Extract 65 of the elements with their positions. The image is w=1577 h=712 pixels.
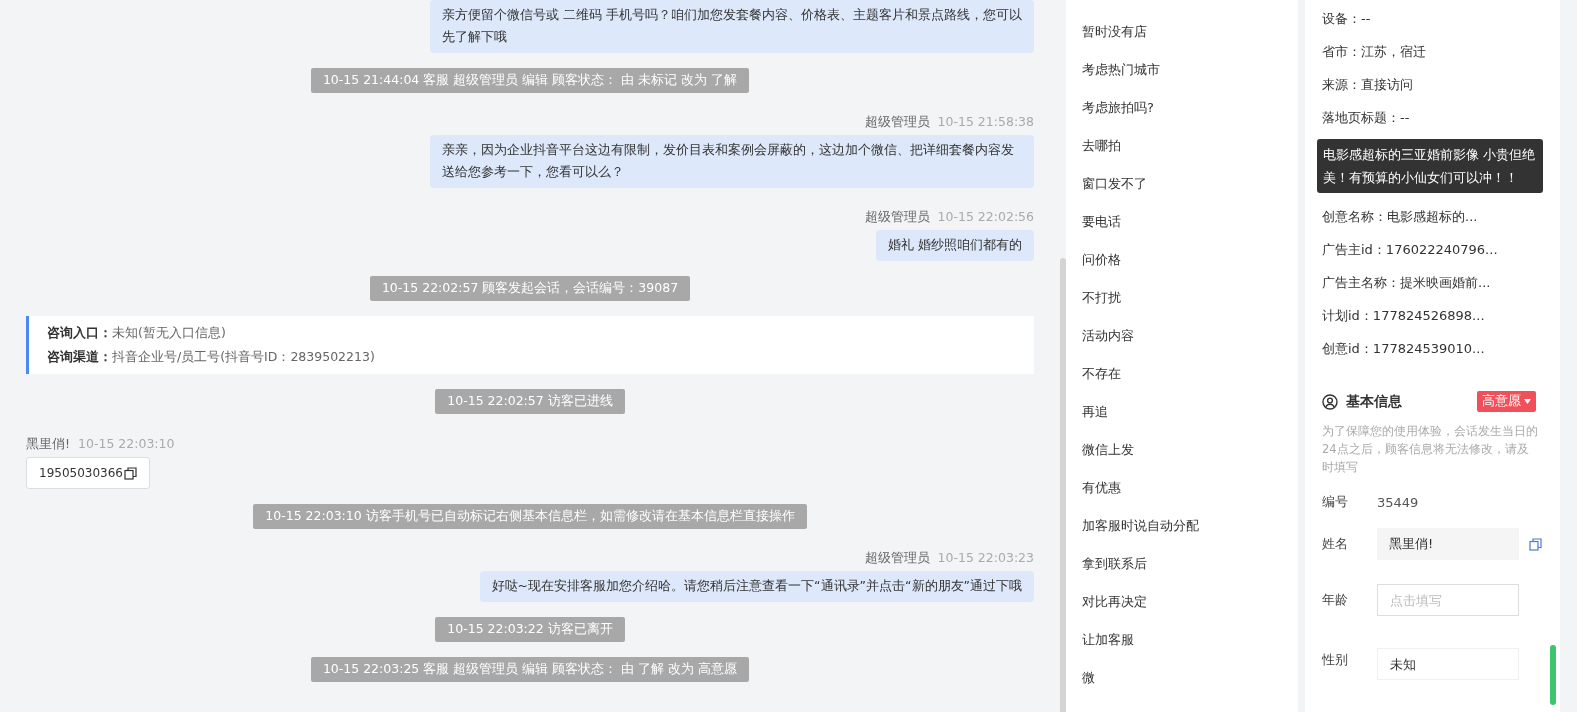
visitor-info-line: 广告主id：176022240796... [1322, 241, 1499, 259]
sender-name: 超级管理员 [864, 209, 930, 226]
quick-reply-item[interactable]: 要电话 [1066, 210, 1298, 248]
field-label: 姓名 [1322, 535, 1349, 553]
visitor-info-line: 落地页标题：-- [1322, 109, 1411, 127]
source-info-line: 咨询入口：未知(暂无入口信息) [47, 324, 227, 342]
message-bubble: 婚礼 婚纱照咱们都有的 [876, 230, 1034, 261]
field-value: 35449 [1377, 494, 1419, 510]
quick-reply-item[interactable]: 加客服时说自动分配 [1066, 514, 1298, 552]
message-bubble: 好哒~现在安排客服加您介绍哈。请您稍后注意查看一下“通讯录”并点击“新的朋友”通过下哦 [479, 571, 1034, 602]
message-time: 10-15 22:02:56 [937, 209, 1034, 226]
quick-reply-item[interactable]: 拿到联系后 [1066, 552, 1298, 590]
phone-number: 19505030366 [39, 466, 123, 480]
system-notice: 10-15 21:44:04 客服 超级管理员 编辑 顾客状态： 由 未标记 改为 了解 [310, 68, 750, 93]
quick-reply-item[interactable]: 窗口发不了 [1066, 172, 1298, 210]
visitor-info-line: 设备：-- [1322, 10, 1372, 28]
intent-tag-dropdown[interactable]: 高意愿 [1477, 391, 1536, 412]
visitor-info-line: 省市：江苏，宿迁 [1322, 43, 1427, 61]
visitor-info-line: 来源：直接访问 [1322, 76, 1414, 94]
quick-reply-item[interactable]: 让加客服 [1066, 628, 1298, 666]
quick-reply-item[interactable]: 不存在 [1066, 362, 1298, 400]
source-info-line: 咨询渠道：抖音企业号/员工号(抖音号ID：2839502213) [47, 348, 376, 366]
quick-reply-item[interactable]: 考虑旅拍吗? [1066, 96, 1298, 134]
field-label: 编号 [1322, 493, 1349, 511]
quick-reply-item[interactable]: 对比再决定 [1066, 590, 1298, 628]
quick-reply-item[interactable]: 去哪拍 [1066, 134, 1298, 172]
input-field[interactable]: 点击填写 [1377, 584, 1519, 616]
sender-name: 超级管理员 [864, 550, 930, 567]
quick-reply-item[interactable]: 有优惠 [1066, 476, 1298, 514]
message-time: 10-15 21:58:38 [937, 114, 1034, 131]
field-label: 性别 [1322, 651, 1349, 669]
message-bubble: 亲方便留个微信号或 二维码 手机号吗？咱们加您发套餐内容、价格表、主题客片和景点路线，您可以先了解下哦 [430, 0, 1034, 53]
message-bubble: 亲亲，因为企业抖音平台这边有限制，发价目表和案例会屏蔽的，这边加个微信、把详细套餐内容发送给您参考一下，您看可以么？ [430, 135, 1034, 188]
section-title: 基本信息 [1346, 392, 1402, 411]
visitor-info-line: 创意id：177824539010... [1322, 340, 1486, 358]
quick-reply-item[interactable]: 再追 [1066, 400, 1298, 438]
copy-icon[interactable] [124, 466, 137, 480]
message-time: 10-15 22:03:23 [937, 550, 1034, 567]
visitor-info-line: 广告主名称：提米映画婚前... [1322, 274, 1492, 292]
quick-reply-item[interactable]: 考虑热门城市 [1066, 58, 1298, 96]
scrollbar[interactable] [1060, 258, 1066, 712]
system-notice: 10-15 22:03:25 客服 超级管理员 编辑 顾客状态： 由 了解 改为 高意愿 [310, 657, 750, 682]
tooltip: 电影感超标的三亚婚前影像 小贵但绝美！有预算的小仙女们可以冲！！ [1317, 139, 1543, 193]
visitor-info-line: 创意名称：电影感超标的... [1322, 208, 1479, 226]
quick-reply-item[interactable]: 活动内容 [1066, 324, 1298, 362]
visitor-info-line: 计划id：177824526898... [1322, 307, 1486, 325]
message-time: 10-15 22:03:10 [78, 436, 175, 453]
system-notice: 10-15 22:02:57 访客已进线 [435, 389, 625, 414]
select-field[interactable]: 未知 [1377, 648, 1519, 680]
name-field[interactable]: 黑里俏! [1377, 528, 1519, 560]
quick-reply-item[interactable]: 微 [1066, 666, 1298, 704]
quick-reply-item[interactable]: 不打扰 [1066, 286, 1298, 324]
user-icon [1322, 393, 1338, 410]
sender-name: 黑里俏! [26, 436, 70, 453]
sender-name: 超级管理员 [864, 114, 930, 131]
quick-reply-item[interactable]: 微信上发 [1066, 438, 1298, 476]
system-notice: 10-15 22:03:22 访客已离开 [435, 617, 625, 642]
caret-icon [1524, 399, 1531, 404]
quick-reply-item[interactable]: 问价格 [1066, 248, 1298, 286]
system-notice: 10-15 22:02:57 顾客发起会话，会话编号：39087 [369, 276, 691, 301]
quick-reply-item[interactable]: 暂时没有店 [1066, 20, 1298, 58]
system-notice: 10-15 22:03:10 访客手机号已自动标记右侧基本信息栏，如需修改请在基本信息栏直接操作 [253, 504, 807, 529]
notice-text: 为了保障您的使用体验，会话发生当日的24点之后，顾客信息将无法修改，请及时填写 [1322, 423, 1539, 476]
scrollbar[interactable] [1550, 645, 1556, 705]
field-label: 年龄 [1322, 591, 1349, 609]
